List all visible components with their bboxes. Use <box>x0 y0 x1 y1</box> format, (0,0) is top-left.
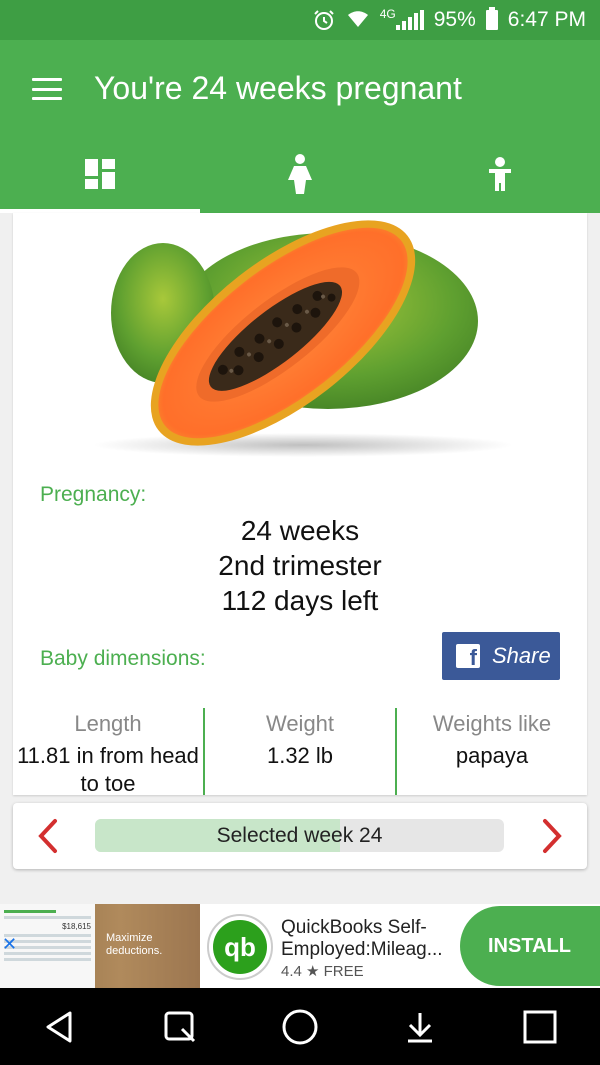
tab-baby[interactable] <box>400 140 600 213</box>
baby-dimensions-label: Baby dimensions: <box>40 647 206 670</box>
comparison-heading: Weights like <box>432 711 552 736</box>
weight-column: Weight 1.32 lb <box>203 708 395 795</box>
recent-apps-button[interactable] <box>515 1002 565 1052</box>
weeks-count: 24 weeks <box>240 515 360 546</box>
pull-down-icon <box>408 1012 432 1042</box>
weight-heading: Weight <box>265 711 335 736</box>
clock: 6:47 PM <box>507 8 586 31</box>
selected-week-label: Selected week 24 <box>216 824 383 847</box>
back-button[interactable] <box>35 1002 85 1052</box>
length-value: 11.81 in from head to toe <box>17 743 199 795</box>
ad-tagline: Maximize deductions. <box>106 932 163 957</box>
wifi-icon <box>346 9 370 31</box>
mother-icon <box>286 154 314 199</box>
comparison-column: Weights like papaya <box>395 708 587 795</box>
week-info-card: Pregnancy: 24 weeks 2nd trimester 112 da… <box>13 213 587 795</box>
pregnancy-summary: 24 weeks 2nd trimester 112 days left <box>13 513 587 618</box>
baby-icon <box>486 157 514 196</box>
system-nav-bar <box>0 988 600 1065</box>
recent-apps-icon <box>523 1010 557 1043</box>
previous-week-button[interactable] <box>31 817 67 855</box>
chevron-left-icon <box>38 819 57 853</box>
tab-mother[interactable] <box>200 140 400 213</box>
battery-icon <box>485 7 498 30</box>
tab-bar <box>0 140 600 213</box>
ad-rating: 4.4 ★ FREE <box>281 963 364 980</box>
ad-screen-amount: $18,615 <box>62 922 91 931</box>
week-progress-bar[interactable]: Selected week 24 <box>95 819 504 852</box>
back-icon <box>46 1011 72 1042</box>
length-column: Length 11.81 in from head to toe <box>13 708 203 795</box>
qslide-button[interactable] <box>155 1002 205 1052</box>
ad-banner[interactable]: $18,615 Maximize deductions. ✕ qb QuickB… <box>0 904 600 988</box>
comparison-value: papaya <box>455 743 529 768</box>
notifications-button[interactable] <box>395 1002 445 1052</box>
next-week-button[interactable] <box>533 817 569 855</box>
pregnancy-label: Pregnancy: <box>40 483 147 506</box>
weight-value: 1.32 lb <box>266 743 334 768</box>
home-button[interactable] <box>275 1002 325 1052</box>
days-left: 112 days left <box>221 585 379 616</box>
battery-percent: 95% <box>433 8 476 31</box>
app-bar: You're 24 weeks pregnant <box>0 40 600 213</box>
network-type: 4G <box>379 7 396 21</box>
quickbooks-logo-text: qb <box>213 920 267 974</box>
tab-overview[interactable] <box>0 140 200 213</box>
papaya-image <box>93 220 513 457</box>
page-title: You're 24 weeks pregnant <box>94 70 462 106</box>
dashboard-icon <box>85 159 115 194</box>
ad-image: $18,615 Maximize deductions. ✕ <box>0 904 200 988</box>
home-icon <box>282 1009 318 1044</box>
menu-icon[interactable] <box>32 78 62 100</box>
alarm-icon <box>312 8 336 32</box>
week-selector: Selected week 24 <box>13 803 587 869</box>
signal-icon: 4G <box>379 7 424 30</box>
baby-dimensions: Length 11.81 in from head to toe Weight … <box>13 708 587 795</box>
facebook-share-button[interactable]: f Share <box>442 632 560 680</box>
facebook-icon: f <box>456 644 480 670</box>
status-bar: 4G 95% 6:47 PM <box>0 0 600 40</box>
trimester: 2nd trimester <box>218 550 382 581</box>
qslide-icon <box>164 1011 196 1042</box>
ad-close-icon[interactable]: ✕ <box>2 934 17 955</box>
install-button[interactable]: INSTALL <box>460 906 600 986</box>
share-label: Share <box>492 643 551 668</box>
length-heading: Length <box>74 711 142 736</box>
ad-title: QuickBooks Self-Employed:Mileag... <box>281 917 443 960</box>
chevron-right-icon <box>543 819 562 853</box>
quickbooks-logo: qb <box>207 914 273 980</box>
